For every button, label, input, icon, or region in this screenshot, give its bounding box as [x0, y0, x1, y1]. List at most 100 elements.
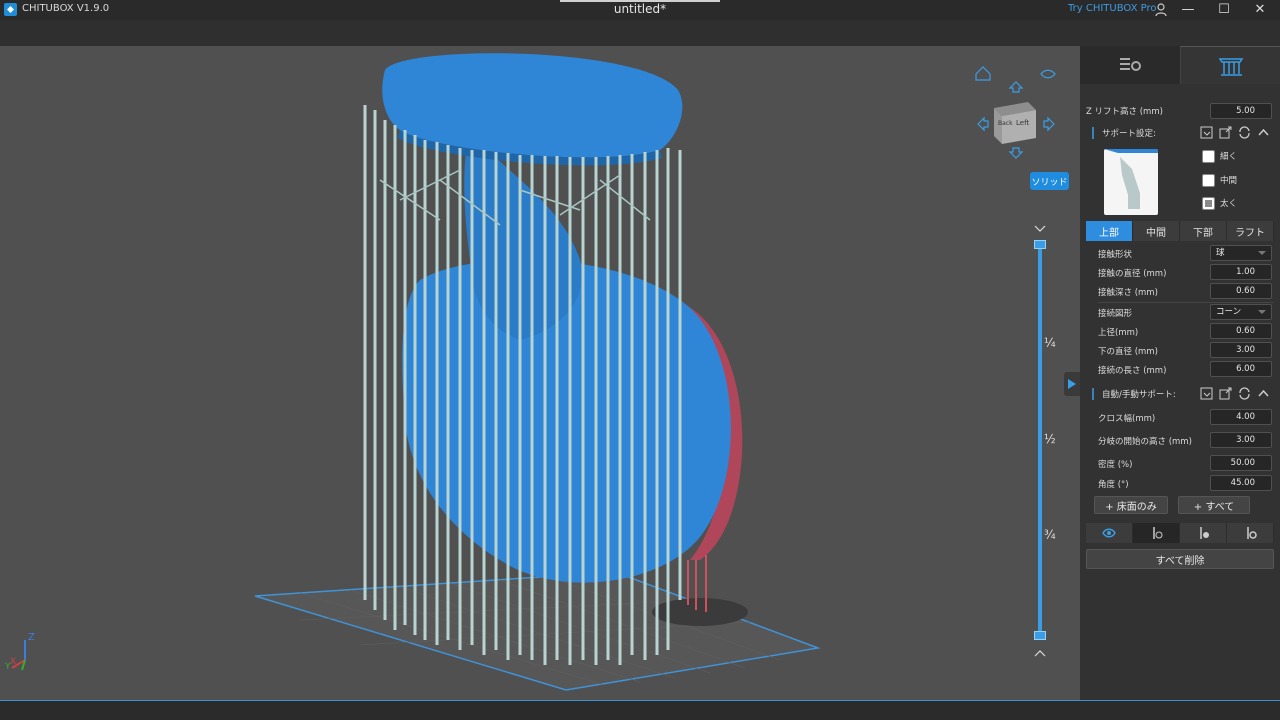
- setting-row: 下の直径 (mm) 3.00: [1080, 341, 1280, 361]
- layer-slider[interactable]: [1038, 244, 1042, 636]
- import-icon[interactable]: [1200, 387, 1213, 400]
- axis-triad: Z X Y: [4, 632, 35, 672]
- platform-only-button[interactable]: + 床面のみ: [1094, 496, 1168, 514]
- refresh-icon[interactable]: [1238, 126, 1251, 139]
- preset-thin-checkbox[interactable]: [1202, 149, 1215, 163]
- slider-bottom-handle[interactable]: [1034, 631, 1046, 640]
- slider-mark-half: ½: [1044, 432, 1056, 446]
- branch-start-label: 分岐の開始の高さ (mm): [1098, 437, 1192, 447]
- preset-thick-label: 太く: [1220, 199, 1238, 209]
- setting-row: 接続の長さ (mm) 6.00: [1080, 360, 1280, 380]
- 3d-viewport[interactable]: Z X Y Back Left: [0, 46, 1080, 700]
- add-support-mode[interactable]: [1133, 523, 1180, 543]
- density-input[interactable]: 50.00: [1210, 455, 1272, 471]
- settings-list-icon: [1120, 58, 1141, 71]
- setting-row: クロス幅(mm) 4.00: [1080, 408, 1280, 428]
- document-title: untitled*: [613, 2, 667, 16]
- delete-all-button[interactable]: すべて削除: [1086, 549, 1274, 569]
- tab-support[interactable]: [1180, 46, 1280, 84]
- contact-depth-input[interactable]: 0.60: [1210, 283, 1272, 299]
- contact-diameter-input[interactable]: 1.00: [1210, 264, 1272, 280]
- setting-row: 接触深さ (mm) 0.60: [1080, 282, 1280, 302]
- lower-diameter-input[interactable]: 3.00: [1210, 342, 1272, 358]
- slider-mark-quarter: ¼: [1044, 336, 1056, 350]
- axis-y-label: Y: [4, 662, 11, 672]
- minimize-button[interactable]: —: [1174, 0, 1202, 18]
- app-logo-icon: [4, 3, 17, 16]
- close-button[interactable]: ✕: [1246, 0, 1274, 18]
- tab-print-settings[interactable]: [1080, 46, 1180, 84]
- eye-icon: [1040, 69, 1056, 79]
- preset-medium-checkbox[interactable]: [1202, 173, 1215, 187]
- collapse-up-icon[interactable]: [1257, 387, 1270, 400]
- visibility-toggle[interactable]: [1086, 523, 1133, 543]
- preset-thin[interactable]: 細く: [1202, 148, 1237, 164]
- slider-top-handle[interactable]: [1034, 240, 1046, 249]
- z-lift-label: Z リフト高さ (mm): [1086, 107, 1163, 117]
- auto-support-header: 自動/手動サポート:: [1084, 385, 1276, 403]
- cross-width-input[interactable]: 4.00: [1210, 409, 1272, 425]
- title-bar: CHITUBOX V1.9.0 untitled* Try CHITUBOX P…: [0, 0, 1280, 20]
- density-label: 密度 (%): [1098, 460, 1133, 470]
- preset-thick[interactable]: 太く: [1202, 195, 1237, 211]
- connection-shape-select[interactable]: コーン: [1210, 304, 1272, 320]
- user-icon[interactable]: [1154, 2, 1168, 17]
- contact-shape-select[interactable]: 球: [1210, 245, 1272, 261]
- tab-bottom[interactable]: 下部: [1180, 221, 1227, 241]
- solid-view-button[interactable]: ソリッド: [1030, 172, 1069, 190]
- lower-diameter-label: 下の直径 (mm): [1098, 347, 1158, 357]
- app-title: CHITUBOX V1.9.0: [22, 3, 110, 14]
- all-button[interactable]: + すべて: [1178, 496, 1250, 514]
- export-icon[interactable]: [1219, 387, 1232, 400]
- contact-shape-label: 接触形状: [1098, 250, 1133, 260]
- axis-x-label: X: [10, 657, 16, 667]
- try-pro-link[interactable]: Try CHITUBOX Pro: [1068, 3, 1157, 14]
- support-mode-bar: [1086, 523, 1274, 543]
- preset-thick-checkbox[interactable]: [1202, 196, 1215, 210]
- auto-support-label: 自動/手動サポート:: [1102, 390, 1176, 400]
- model-scene[interactable]: Z X Y Back Left: [0, 46, 1080, 700]
- slider-mark-three-quarter: ¾: [1044, 528, 1056, 542]
- arrow-right-icon: [1043, 116, 1055, 132]
- z-lift-input[interactable]: 5.00: [1210, 103, 1272, 119]
- right-panel: Z リフト高さ (mm) 5.00 サポート設定: 細く 中間 太く 上部 中間…: [1080, 46, 1280, 700]
- import-icon[interactable]: [1200, 126, 1213, 139]
- toolbar: [0, 20, 1280, 46]
- refresh-icon[interactable]: [1238, 387, 1251, 400]
- support-settings-header: サポート設定:: [1084, 124, 1276, 142]
- add-support-icon: [1153, 527, 1163, 539]
- preset-medium[interactable]: 中間: [1202, 172, 1237, 188]
- slider-up-chevron: [1034, 225, 1046, 232]
- contact-depth-label: 接触深さ (mm): [1098, 288, 1158, 298]
- cube-face-left: Left: [1016, 119, 1029, 127]
- export-icon[interactable]: [1219, 126, 1232, 139]
- setting-row: 接続図形 コーン: [1080, 303, 1280, 323]
- tab-top[interactable]: 上部: [1086, 221, 1133, 241]
- collapse-up-icon[interactable]: [1257, 126, 1270, 139]
- panel-collapse-button[interactable]: [1064, 372, 1080, 396]
- branch-start-input[interactable]: 3.00: [1210, 432, 1272, 448]
- upper-diameter-label: 上径(mm): [1098, 328, 1139, 338]
- tab-raft[interactable]: ラフト: [1227, 221, 1274, 241]
- support-columns-icon: [1218, 57, 1243, 76]
- cross-width-label: クロス幅(mm): [1098, 414, 1156, 424]
- maximize-button[interactable]: ☐: [1210, 0, 1238, 18]
- remove-support-mode[interactable]: [1180, 523, 1227, 543]
- arrow-left-icon: [977, 116, 989, 132]
- slider-down-chevron: [1034, 650, 1046, 657]
- connection-length-input[interactable]: 6.00: [1210, 361, 1272, 377]
- view-cube: Back Left: [994, 102, 1036, 144]
- preset-thin-label: 細く: [1220, 152, 1238, 162]
- upper-diameter-input[interactable]: 0.60: [1210, 323, 1272, 339]
- support-tip-icon: [1092, 127, 1094, 139]
- support-preset-preview: [1104, 149, 1158, 215]
- connection-length-label: 接続の長さ (mm): [1098, 366, 1167, 376]
- tab-middle[interactable]: 中間: [1133, 221, 1180, 241]
- angle-label: 角度 (°): [1098, 480, 1129, 490]
- setting-row: 接触の直径 (mm) 1.00: [1080, 263, 1280, 283]
- part-tabs: 上部 中間 下部 ラフト: [1086, 221, 1274, 241]
- angle-input[interactable]: 45.00: [1210, 475, 1272, 491]
- edit-support-mode[interactable]: [1227, 523, 1274, 543]
- home-icon: [975, 66, 991, 81]
- z-lift-row: Z リフト高さ (mm) 5.00: [1080, 102, 1280, 122]
